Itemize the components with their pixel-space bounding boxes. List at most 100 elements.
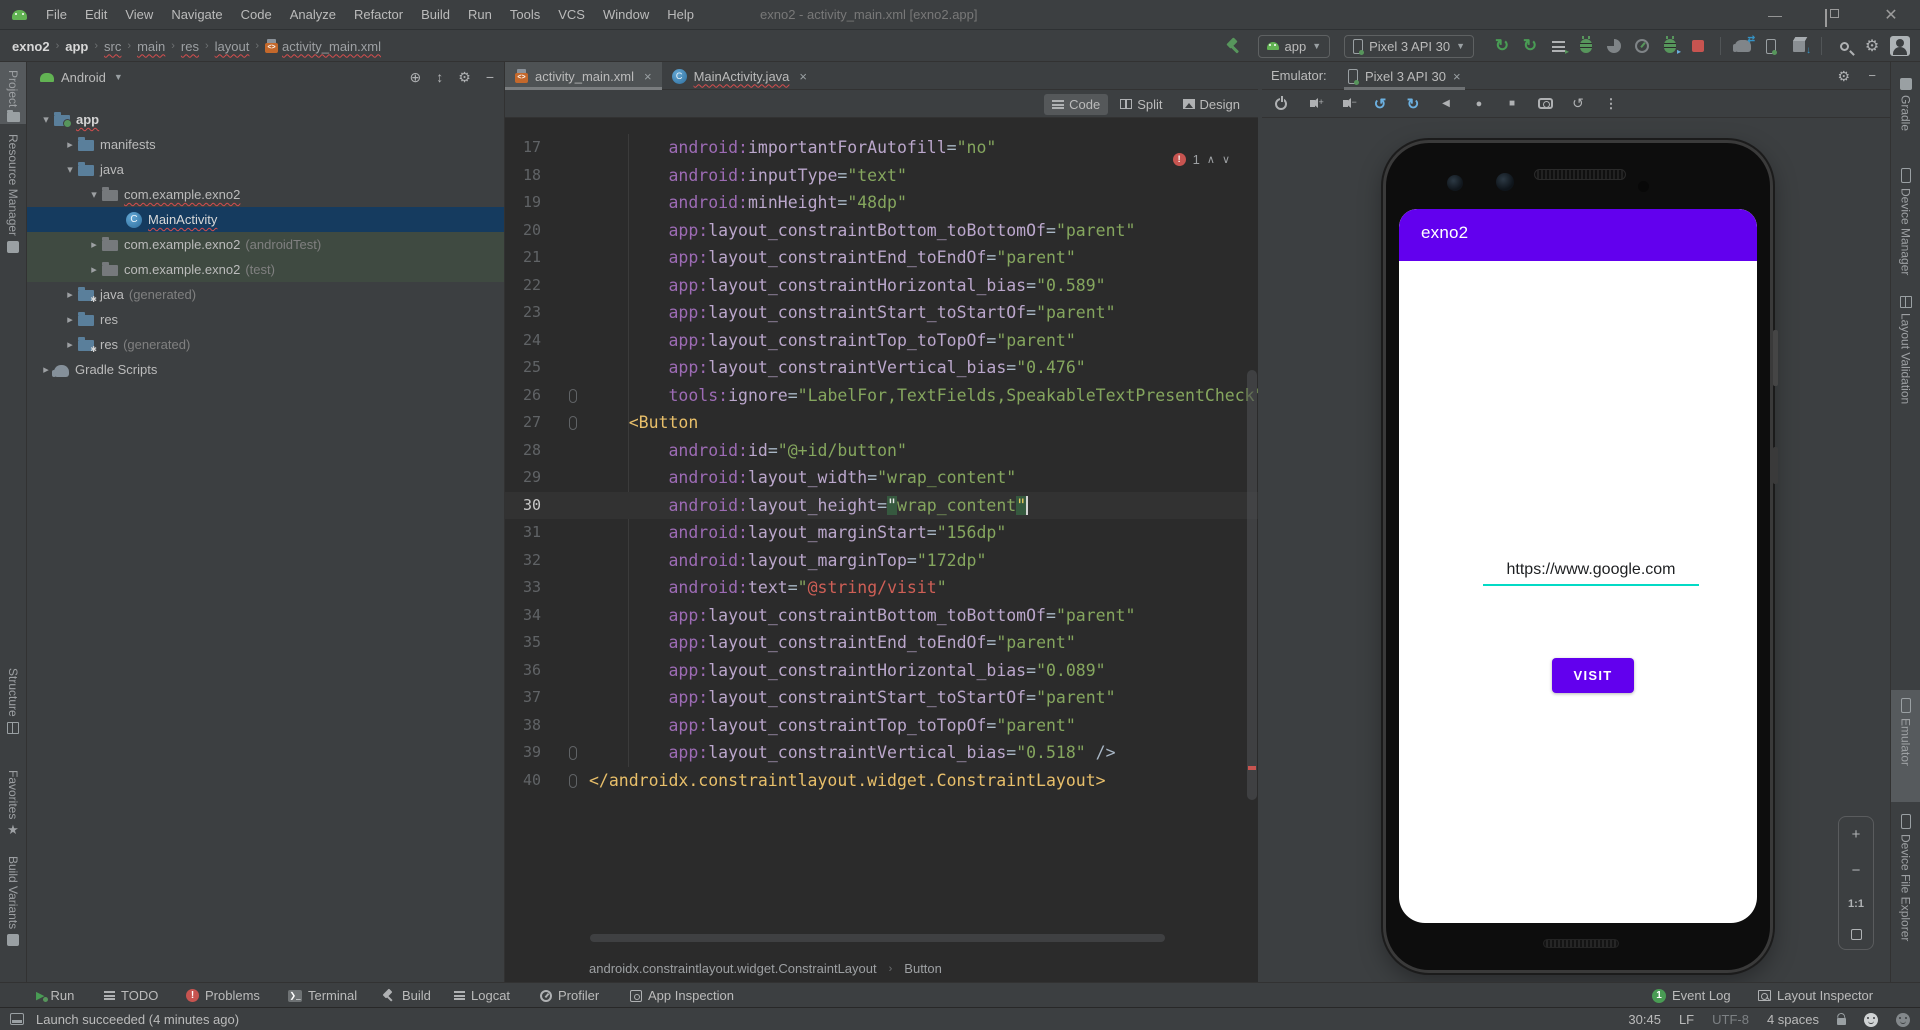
tool-strip-item-build-variants[interactable]: Build Variants [0, 856, 26, 947]
rotate-left-icon[interactable]: ↺ [1371, 95, 1389, 113]
emulator-device-tab[interactable]: Pixel 3 API 30 × [1340, 62, 1469, 90]
tree-row-res[interactable]: ▸ res (generated) [27, 332, 504, 357]
tree-chevron-icon[interactable]: ▾ [38, 113, 54, 126]
tree-row-res[interactable]: ▸ res [27, 307, 504, 332]
apply-changes-restart-icon[interactable]: ↻ [1488, 34, 1516, 58]
tree-chevron-icon[interactable]: ▸ [62, 313, 78, 326]
zoom-out-button[interactable]: − [1852, 862, 1861, 879]
fold-marker-icon[interactable] [569, 746, 577, 760]
tree-row-com-example-exno2[interactable]: ▸ com.example.exno2 (androidTest) [27, 232, 504, 257]
code-line-27[interactable]: 27 <Button [505, 409, 1258, 437]
code-line-29[interactable]: 29 android:layout_width="wrap_content" [505, 464, 1258, 492]
tree-row-com-example-exno2[interactable]: ▾ com.example.exno2 [27, 182, 504, 207]
code-line-34[interactable]: 34 app:layout_constraintBottom_toBottomO… [505, 602, 1258, 630]
menu-build[interactable]: Build [412, 0, 459, 30]
tool-strip-item-device-manager[interactable]: Device Manager [1891, 168, 1920, 275]
menu-help[interactable]: Help [658, 0, 703, 30]
code-line-36[interactable]: 36 app:layout_constraintHorizontal_bias=… [505, 657, 1258, 685]
run-with-coverage-icon[interactable]: ▸ [1544, 34, 1572, 58]
code-editor[interactable]: 17 android:importantForAutofill="no" 18 a… [505, 134, 1258, 790]
tree-row-gradle-scripts[interactable]: ▸ Gradle Scripts [27, 357, 504, 382]
tree-row-mainactivity[interactable]: C MainActivity [27, 207, 504, 232]
tree-chevron-icon[interactable]: ▸ [86, 263, 102, 276]
next-error-icon[interactable]: ∨ [1222, 153, 1230, 166]
menu-window[interactable]: Window [594, 0, 658, 30]
fold-marker-icon[interactable] [569, 388, 577, 403]
avd-manager-icon[interactable] [1757, 34, 1785, 58]
volume-down-icon[interactable] [1338, 97, 1357, 108]
tool-strip-item-resource-manager[interactable]: Resource Manager [0, 134, 26, 254]
prev-error-icon[interactable]: ∧ [1207, 153, 1215, 166]
code-line-33[interactable]: 33 android:text="@string/visit" [505, 574, 1258, 602]
toolwindow-profiler[interactable]: Profiler [540, 983, 599, 1008]
close-tab-icon[interactable]: × [644, 69, 652, 84]
locate-file-icon[interactable]: ⊕ [410, 69, 422, 86]
code-line-40[interactable]: 40 </androidx.constraintlayout.widget.Con… [505, 767, 1258, 795]
minimize-button[interactable]: — [1746, 0, 1804, 30]
code-line-28[interactable]: 28 android:id="@+id/button" [505, 437, 1258, 465]
toolwindow-logcat[interactable]: Logcat [454, 983, 510, 1008]
menu-navigate[interactable]: Navigate [162, 0, 231, 30]
tree-chevron-icon[interactable]: ▾ [62, 163, 78, 176]
project-settings-gear-icon[interactable]: ⚙ [458, 69, 471, 86]
snapshots-icon[interactable]: ↺ [1569, 95, 1587, 112]
read-lock-icon[interactable] [1837, 1018, 1846, 1025]
mode-split[interactable]: Split [1112, 94, 1170, 115]
menu-analyze[interactable]: Analyze [281, 0, 345, 30]
restore-button[interactable] [1804, 0, 1862, 30]
code-line-31[interactable]: 31 android:layout_marginStart="156dp" [505, 519, 1258, 547]
stop-icon[interactable] [1684, 34, 1712, 58]
more-options-icon[interactable]: ⋮ [1602, 96, 1620, 112]
gradle-sync-icon[interactable] [1729, 34, 1757, 58]
toolwindow-run[interactable]: ▶ Run [36, 983, 74, 1008]
menu-code[interactable]: Code [232, 0, 281, 30]
tool-strip-item-gradle[interactable]: Gradle [1891, 78, 1920, 131]
code-line-20[interactable]: 20 app:layout_constraintBottom_toBottomO… [505, 217, 1258, 245]
close-button[interactable]: ✕ [1862, 0, 1920, 30]
toolwindow-build[interactable]: Build [382, 983, 431, 1008]
rotate-right-icon[interactable]: ↻ [1404, 95, 1422, 113]
code-line-38[interactable]: 38 app:layout_constraintTop_toTopOf="par… [505, 712, 1258, 740]
tab-activity-main-xml[interactable]: activity_main.xml × [505, 62, 662, 90]
tree-row-app[interactable]: ▾ app [27, 107, 504, 132]
apply-code-changes-icon[interactable]: ↻ [1516, 34, 1544, 58]
code-line-21[interactable]: 21 app:layout_constraintEnd_toEndOf="par… [505, 244, 1258, 272]
build-hammer-icon[interactable] [1226, 38, 1242, 54]
tree-row-java[interactable]: ▾ java [27, 157, 504, 182]
breadcrumb-item[interactable]: activity_main.xml [282, 39, 381, 54]
code-line-32[interactable]: 32 android:layout_marginTop="172dp" [505, 547, 1258, 575]
tree-chevron-icon[interactable]: ▸ [86, 238, 102, 251]
menu-refactor[interactable]: Refactor [345, 0, 412, 30]
error-badge[interactable]: ! 1 ∧ ∨ [1172, 152, 1230, 167]
code-line-18[interactable]: 18 android:inputType="text" [505, 162, 1258, 190]
tool-strip-item-project[interactable]: Project [0, 70, 26, 123]
profile-icon[interactable] [1600, 34, 1628, 58]
attach-debugger-icon[interactable]: ▸ [1656, 34, 1684, 58]
zoom-in-button[interactable]: + [1852, 826, 1861, 843]
editor-breadcrumb-item[interactable]: androidx.constraintlayout.widget.Constra… [589, 961, 877, 976]
menu-view[interactable]: View [116, 0, 162, 30]
tool-strip-item-emulator[interactable]: Emulator [1891, 698, 1920, 766]
url-edittext[interactable]: https://www.google.com [1483, 561, 1699, 586]
breadcrumb-item[interactable]: res [181, 39, 199, 54]
user-avatar[interactable] [1886, 34, 1914, 58]
emulator-screen[interactable]: exno2 https://www.google.com VISIT [1399, 209, 1757, 923]
tool-window-switcher-icon[interactable] [10, 1013, 24, 1025]
feedback-smiley-icon[interactable] [1864, 1012, 1878, 1027]
emulator-settings-gear-icon[interactable]: ⚙ [1837, 62, 1850, 90]
tool-strip-item-favorites[interactable]: Favorites ★ [0, 770, 26, 836]
search-everywhere-icon[interactable] [1830, 34, 1858, 58]
toolwindow-todo[interactable]: TODO [104, 983, 158, 1008]
fold-marker-icon[interactable] [569, 773, 577, 788]
toolwindow-problems[interactable]: ! Problems [186, 983, 260, 1008]
tree-chevron-icon[interactable]: ▸ [62, 138, 78, 151]
menu-vcs[interactable]: VCS [549, 0, 594, 30]
sdk-manager-icon[interactable] [1785, 34, 1813, 58]
mode-design[interactable]: Design [1175, 94, 1248, 115]
tab-mainactivity-java[interactable]: C MainActivity.java × [662, 62, 817, 90]
back-icon[interactable]: ◀ [1437, 98, 1455, 109]
user-face-icon[interactable] [1896, 1012, 1910, 1027]
toolwindow-layout-inspector[interactable]: Layout Inspector [1758, 983, 1873, 1008]
tree-chevron-icon[interactable]: ▸ [62, 338, 78, 351]
code-line-37[interactable]: 37 app:layout_constraintStart_toStartOf=… [505, 684, 1258, 712]
